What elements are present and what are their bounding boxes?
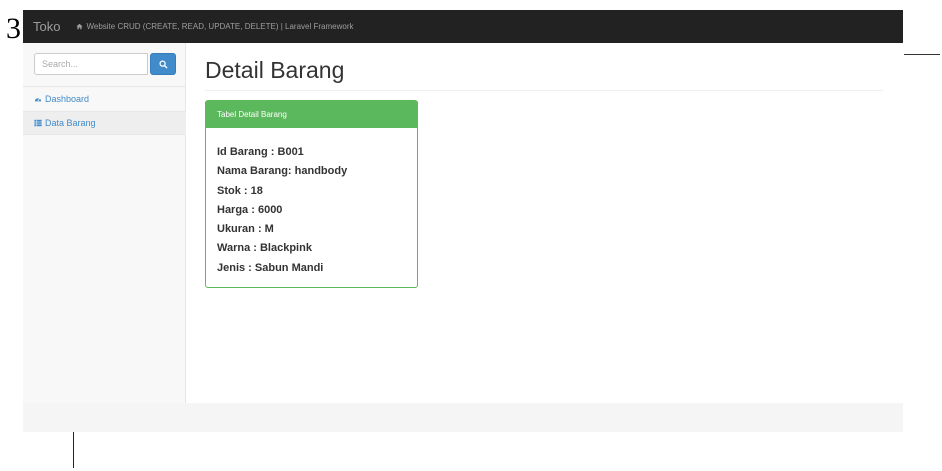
detail-harga: Harga : 6000: [217, 203, 283, 216]
detail-ukuran: Ukuran : M: [217, 223, 274, 236]
panel-heading: Tabel Detail Barang: [206, 101, 417, 128]
search-group: [34, 53, 176, 75]
main-content: Detail Barang Tabel Detail Barang Id Bar…: [186, 43, 903, 403]
brand-link[interactable]: Toko: [33, 19, 60, 34]
detail-panel: Tabel Detail Barang Id Barang : B001 Nam…: [205, 100, 418, 288]
sidebar-item-label: Data Barang: [45, 118, 96, 128]
dashboard-icon: [34, 95, 42, 103]
detail-stok: Stok : 18: [217, 184, 263, 197]
sidebar: Dashboard Data Barang: [23, 43, 186, 403]
footer-bar: [23, 403, 903, 432]
detail-jenis: Jenis : Sabun Mandi: [217, 261, 324, 274]
panel-body: Id Barang : B001 Nama Barang: handbody S…: [206, 128, 417, 278]
search-input[interactable]: [34, 53, 148, 75]
table-icon: [34, 119, 42, 127]
sidebar-item-label: Dashboard: [45, 93, 90, 104]
page-title: Detail Barang: [205, 57, 345, 83]
sidebar-item-dashboard[interactable]: Dashboard: [23, 86, 186, 110]
margin-line-bottom: [73, 432, 74, 468]
detail-id-barang: Id Barang : B001: [217, 146, 304, 158]
sidebar-item-data-barang[interactable]: Data Barang: [23, 111, 186, 135]
page-number: 3: [6, 12, 21, 45]
search-icon: [158, 59, 168, 69]
navbar-subtitle-text: Website CRUD (CREATE, READ, UPDATE, DELE…: [86, 22, 354, 31]
navbar-subtitle[interactable]: Website CRUD (CREATE, READ, UPDATE, DELE…: [76, 22, 354, 31]
detail-warna: Warna : Blackpink: [217, 242, 312, 255]
search-button[interactable]: [150, 53, 176, 75]
title-divider: [205, 90, 883, 91]
margin-line-right: [904, 54, 940, 55]
top-navbar: Toko Website CRUD (CREATE, READ, UPDATE,…: [23, 10, 903, 43]
home-icon: [76, 23, 84, 30]
detail-nama-barang: Nama Barang: handbody: [217, 165, 348, 178]
